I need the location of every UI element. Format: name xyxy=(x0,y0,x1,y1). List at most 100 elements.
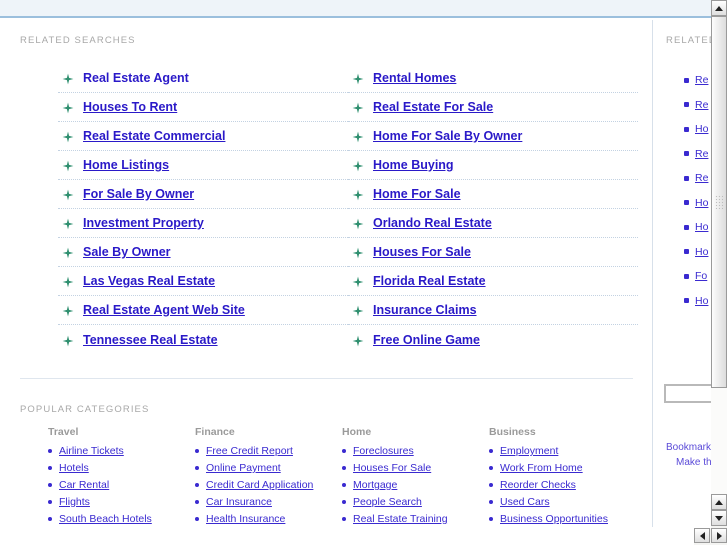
related-search-row: Real Estate Agent Rental Homes xyxy=(58,64,638,93)
sidebar-link[interactable]: Ho xyxy=(695,246,708,258)
sparkle-bullet-icon xyxy=(62,130,74,143)
related-search-link[interactable]: Real Estate Agent Web Site xyxy=(83,303,245,317)
related-search-link[interactable]: Sale By Owner xyxy=(83,245,171,259)
related-search-link[interactable]: Home For Sale xyxy=(373,187,461,201)
category-link[interactable]: Credit Card Application xyxy=(206,479,313,491)
category-link[interactable]: Mortgage xyxy=(353,479,397,491)
category-column: Business Employment Work From Home Reorder … xyxy=(489,426,636,527)
category-link[interactable]: Used Cars xyxy=(500,496,550,508)
category-link[interactable]: Houses For Sale xyxy=(353,462,431,474)
sidebar-link[interactable]: Re xyxy=(695,172,708,184)
related-search-cell: Free Online Game xyxy=(348,325,638,354)
sidebar-link[interactable]: Ho xyxy=(695,295,708,307)
related-search-link[interactable]: Real Estate Agent xyxy=(83,71,189,85)
sidebar-heading: RELATED xyxy=(666,35,711,46)
sparkle-bullet-icon xyxy=(62,217,74,230)
category-link[interactable]: Health Insurance xyxy=(206,513,285,525)
related-search-cell: Investment Property xyxy=(58,209,348,238)
sparkle-bullet-icon xyxy=(62,72,74,85)
category-link[interactable]: Reorder Checks xyxy=(500,479,576,491)
related-search-link[interactable]: Investment Property xyxy=(83,216,204,230)
related-search-cell: Real Estate For Sale xyxy=(348,93,638,122)
sparkle-bullet-icon xyxy=(352,334,364,346)
related-search-link[interactable]: Las Vegas Real Estate xyxy=(83,274,215,288)
sidebar-link[interactable]: Re xyxy=(695,148,708,160)
related-search-cell: Home Listings xyxy=(58,151,348,180)
category-link[interactable]: Employment xyxy=(500,445,558,457)
related-searches-heading: RELATED SEARCHES xyxy=(20,35,136,46)
category-link[interactable]: South Beach Hotels xyxy=(59,513,152,525)
related-search-link[interactable]: Houses To Rent xyxy=(83,100,177,114)
related-search-link[interactable]: Orlando Real Estate xyxy=(373,216,492,230)
related-search-link[interactable]: Home Buying xyxy=(373,158,454,172)
bullet-square-icon xyxy=(684,151,689,157)
bullet-square-icon xyxy=(684,102,689,108)
sidebar-footer-link[interactable]: Bookmark xyxy=(666,440,711,455)
related-search-cell: Insurance Claims xyxy=(348,296,638,325)
bullet-dot-icon xyxy=(48,449,52,453)
sidebar-link[interactable]: Re xyxy=(695,74,708,86)
window-scroll-right-button[interactable] xyxy=(711,528,727,543)
related-search-link[interactable]: Home For Sale By Owner xyxy=(373,129,522,143)
category-link[interactable]: Airline Tickets xyxy=(59,445,124,457)
sidebar-link[interactable]: Fo xyxy=(695,270,707,282)
related-search-link[interactable]: For Sale By Owner xyxy=(83,187,194,201)
scroll-up-button-secondary[interactable] xyxy=(711,494,727,510)
bullet-dot-icon xyxy=(195,449,199,453)
related-search-link[interactable]: Home Listings xyxy=(83,158,169,172)
vertical-scroll-thumb[interactable] xyxy=(711,16,727,388)
bullet-dot-icon xyxy=(195,483,199,487)
category-link[interactable]: Car Insurance xyxy=(206,496,272,508)
scroll-down-button[interactable] xyxy=(711,510,727,526)
window-scroll-left-button[interactable] xyxy=(694,528,710,543)
vertical-scroll-track[interactable] xyxy=(711,16,727,494)
category-link[interactable]: Work From Home xyxy=(500,462,583,474)
sidebar-list-item: Re xyxy=(684,93,711,118)
related-search-link[interactable]: Real Estate Commercial xyxy=(83,129,225,143)
window-vertical-scrollbar[interactable] xyxy=(711,0,727,545)
page-content: RELATED SEARCHES Real Estate Agent Rental… xyxy=(0,0,711,527)
category-link[interactable]: Car Rental xyxy=(59,479,109,491)
category-link[interactable]: Business Opportunities xyxy=(500,513,608,525)
bullet-square-icon xyxy=(684,77,689,83)
category-link[interactable]: Real Estate Training xyxy=(353,513,448,525)
bullet-dot-icon xyxy=(195,517,199,521)
related-search-link[interactable]: Real Estate For Sale xyxy=(373,100,493,114)
bullet-dot-icon xyxy=(489,517,493,521)
bullet-dot-icon xyxy=(195,466,199,470)
sidebar-link[interactable]: Re xyxy=(695,99,708,111)
related-search-link[interactable]: Rental Homes xyxy=(373,71,456,85)
category-link[interactable]: Hotels xyxy=(59,462,89,474)
sidebar-list-item: Ho xyxy=(684,215,711,240)
window-hscroll-buttons[interactable] xyxy=(694,528,727,545)
sidebar-link[interactable]: Ho xyxy=(695,123,708,135)
scroll-up-button[interactable] xyxy=(711,0,727,16)
related-search-row: Tennessee Real Estate Free Online Game xyxy=(58,325,638,354)
sidebar-search-input[interactable] xyxy=(664,384,711,403)
related-search-link[interactable]: Free Online Game xyxy=(373,333,480,347)
bullet-dot-icon xyxy=(342,466,346,470)
bullet-dot-icon xyxy=(342,500,346,504)
related-search-link[interactable]: Insurance Claims xyxy=(373,303,477,317)
main-column: RELATED SEARCHES Real Estate Agent Rental… xyxy=(0,20,653,527)
category-link[interactable]: Free Credit Report xyxy=(206,445,293,457)
category-link[interactable]: Flights xyxy=(59,496,90,508)
category-link[interactable]: Foreclosures xyxy=(353,445,414,457)
sparkle-bullet-icon xyxy=(352,275,364,288)
category-item: Houses For Sale xyxy=(342,462,489,474)
sidebar-list-item: Ho xyxy=(684,240,711,265)
related-search-link[interactable]: Tennessee Real Estate xyxy=(83,333,218,347)
sidebar-footer-link[interactable]: Make this xyxy=(666,455,711,470)
sidebar-link[interactable]: Ho xyxy=(695,197,708,209)
category-link[interactable]: People Search xyxy=(353,496,422,508)
window-horizontal-scrollbar[interactable] xyxy=(0,528,727,545)
sparkle-bullet-icon xyxy=(352,72,364,85)
related-search-link[interactable]: Houses For Sale xyxy=(373,245,471,259)
sidebar-link[interactable]: Ho xyxy=(695,221,708,233)
related-search-cell: For Sale By Owner xyxy=(58,180,348,209)
sidebar-list-item: Ho xyxy=(684,117,711,142)
category-link[interactable]: Online Payment xyxy=(206,462,281,474)
category-item: Reorder Checks xyxy=(489,479,636,491)
related-search-link[interactable]: Florida Real Estate xyxy=(373,274,486,288)
category-title: Business xyxy=(489,426,536,438)
